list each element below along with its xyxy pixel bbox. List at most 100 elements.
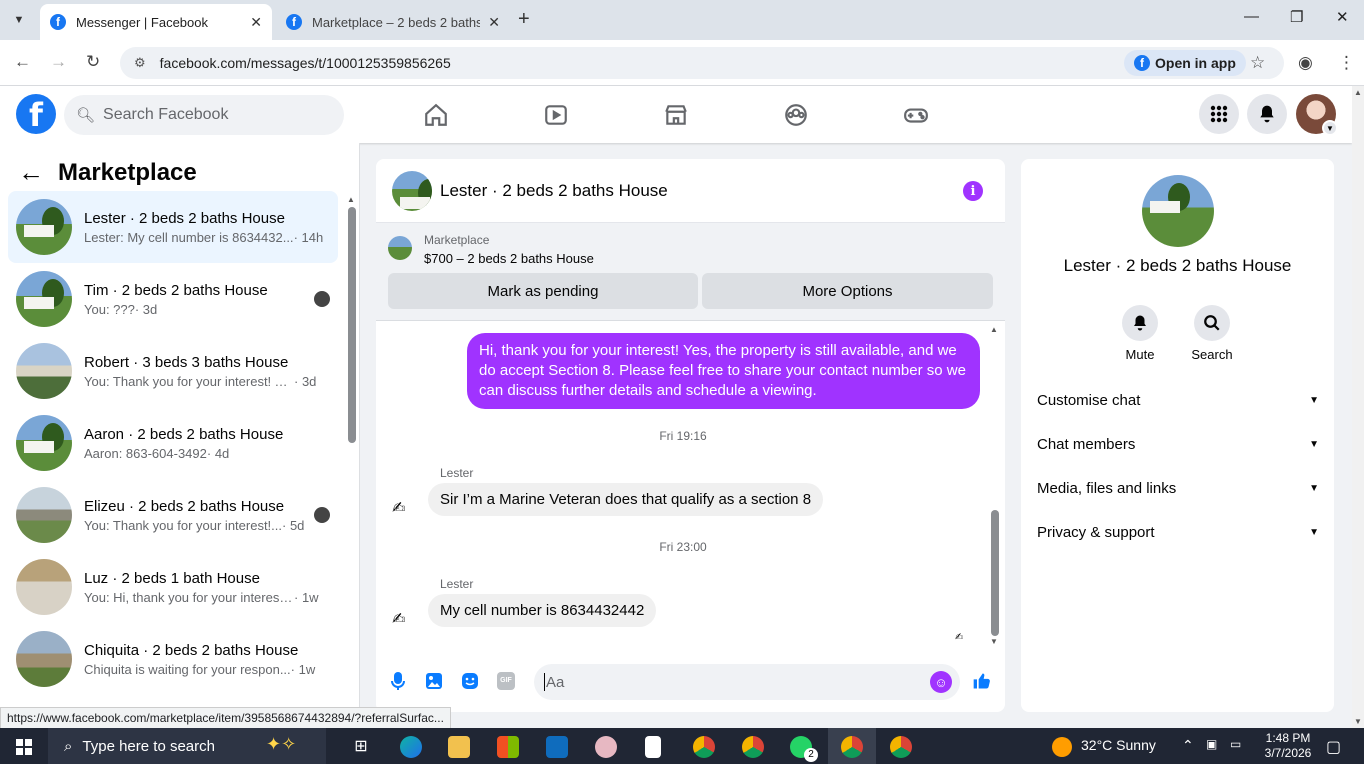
home-nav-icon[interactable] [406, 86, 466, 143]
open-in-app-button[interactable]: f Open in app [1124, 50, 1246, 76]
weather-text[interactable]: 32°C Sunny [1081, 737, 1156, 753]
mute-button[interactable]: Mute [1110, 305, 1170, 362]
restore-icon[interactable]: ❐ [1290, 8, 1303, 26]
taskbar-search-input[interactable]: ⌕ Type here to search ✦✧ [48, 728, 326, 764]
chat-members-row[interactable]: Chat members ▼ [1037, 422, 1319, 466]
profile-avatar[interactable] [1142, 175, 1214, 247]
profile-icon[interactable]: ◉ [1298, 53, 1313, 73]
outgoing-message[interactable]: Hi, thank you for your interest! Yes, th… [467, 333, 980, 409]
conversation-item[interactable]: Chiquita · 2 beds 2 baths House Chiquita… [8, 623, 338, 695]
chevron-down-icon: ▼ [1309, 482, 1319, 494]
account-avatar[interactable]: ▼ [1296, 94, 1338, 136]
scroll-up-icon[interactable]: ▲ [1354, 88, 1362, 97]
facebook-search-input[interactable]: 🔍︎ Search Facebook [64, 95, 344, 135]
facebook-logo-icon[interactable]: f [16, 94, 56, 134]
menu-grid-icon[interactable] [1199, 94, 1239, 134]
tab-marketplace[interactable]: f Marketplace – 2 beds 2 baths H ✕ [276, 4, 510, 40]
microphone-icon[interactable] [388, 671, 408, 691]
tab-messenger[interactable]: f Messenger | Facebook ✕ [40, 4, 272, 40]
sticker-icon[interactable] [460, 671, 480, 691]
conversation-name: Tim · 2 beds 2 baths House [84, 281, 268, 299]
notification-center-icon[interactable]: ▢ [1326, 737, 1341, 757]
windows-start-icon[interactable] [16, 739, 32, 755]
sender-avatar-icon[interactable]: ✍ [392, 609, 422, 629]
forward-icon[interactable]: → [50, 52, 67, 72]
customise-chat-row[interactable]: Customise chat ▼ [1037, 378, 1319, 422]
facebook-favicon-icon: f [286, 14, 302, 30]
photo-icon[interactable] [424, 671, 444, 691]
snipping-tool-icon[interactable] [595, 736, 617, 758]
gif-icon[interactable]: GIF [496, 671, 516, 691]
back-icon[interactable]: ← [14, 52, 31, 72]
scroll-down-icon[interactable]: ▼ [1354, 717, 1362, 726]
chat-avatar[interactable] [392, 170, 432, 211]
page-scrollbar[interactable]: ▲ ▼ [1352, 86, 1364, 728]
incoming-message[interactable]: Sir I’m a Marine Veteran does that quali… [428, 483, 824, 516]
bookmark-star-icon[interactable]: ☆ [1250, 53, 1265, 73]
conversation-item[interactable]: Lester · 2 beds 2 baths House Lester: My… [8, 191, 338, 263]
scrollbar-thumb[interactable] [348, 207, 356, 443]
mark-as-pending-button[interactable]: Mark as pending [388, 273, 698, 309]
scroll-up-icon[interactable]: ▲ [347, 195, 355, 204]
conversation-preview: You: Thank you for your interest! Ye... [84, 373, 294, 389]
conversation-item[interactable]: Aaron · 2 beds 2 baths House Aaron: 863-… [8, 407, 338, 479]
new-tab-icon[interactable]: + [518, 8, 530, 31]
media-files-links-row[interactable]: Media, files and links ▼ [1037, 466, 1319, 510]
conversation-name: Elizeu · 2 beds 2 baths House [84, 497, 285, 515]
tray-chevron-up-icon[interactable]: ⌃ [1182, 737, 1194, 754]
more-options-button[interactable]: More Options [702, 273, 993, 309]
info-icon[interactable]: i [963, 181, 983, 201]
like-thumbs-up-icon[interactable] [972, 671, 992, 691]
listing-title[interactable]: $700 – 2 beds 2 baths House [424, 251, 594, 266]
message-input[interactable]: Aa ☺ [534, 664, 960, 700]
gaming-nav-icon[interactable] [886, 86, 946, 143]
sender-avatar-icon[interactable]: ✍ [392, 498, 422, 518]
privacy-support-row[interactable]: Privacy & support ▼ [1037, 510, 1319, 554]
chrome-icon[interactable] [742, 736, 764, 758]
omnibox[interactable]: ⚙ facebook.com/messages/t/10001253598562… [120, 47, 1284, 79]
conversation-item[interactable]: Elizeu · 2 beds 2 baths House You: Thank… [8, 479, 338, 551]
conversation-item[interactable]: Tim · 2 beds 2 baths House You: ??? · 3d [8, 263, 338, 335]
microsoft-store-icon[interactable] [497, 736, 519, 758]
scroll-up-icon[interactable]: ▲ [990, 325, 998, 334]
battery-icon[interactable]: ▭ [1230, 737, 1241, 751]
chrome-profile-k-icon[interactable] [693, 736, 715, 758]
whatsapp-icon[interactable]: 2 [790, 736, 818, 762]
site-settings-icon[interactable]: ⚙ [134, 55, 146, 71]
taskbar-clock[interactable]: 1:48 PM 3/7/2026 [1256, 731, 1320, 761]
scrollbar-thumb[interactable] [991, 510, 999, 636]
chrome-profile-icon[interactable] [890, 736, 912, 758]
conversation-item[interactable]: Luz · 2 beds 1 bath House You: Hi, thank… [8, 551, 338, 623]
tab-search-button[interactable]: ▼ [6, 8, 32, 32]
message-input-placeholder: Aa [546, 673, 565, 691]
listing-thumbnail[interactable] [388, 236, 412, 260]
weather-sun-icon[interactable] [1052, 737, 1072, 757]
emoji-icon[interactable]: ☺ [930, 671, 952, 693]
network-icon[interactable]: ▣ [1206, 737, 1217, 751]
outlook-icon[interactable] [546, 736, 568, 758]
incoming-message[interactable]: My cell number is 8634432442 [428, 594, 657, 627]
marketplace-nav-icon[interactable] [646, 86, 706, 143]
close-window-icon[interactable]: ✕ [1336, 8, 1349, 26]
groups-nav-icon[interactable] [766, 86, 826, 143]
message-scrollbar[interactable]: ▲ ▼ [990, 325, 1000, 647]
file-explorer-icon[interactable] [448, 736, 470, 758]
search-in-chat-button[interactable]: Search [1182, 305, 1242, 362]
video-nav-icon[interactable] [526, 86, 586, 143]
address-bar-row: ← → ↻ ⚙ facebook.com/messages/t/10001253… [0, 40, 1364, 86]
edge-browser-icon[interactable] [400, 736, 422, 758]
chat-title[interactable]: Lester · 2 beds 2 baths House [440, 181, 668, 201]
back-arrow-icon[interactable]: ← [18, 157, 44, 188]
notepad-icon[interactable] [645, 736, 661, 758]
reload-icon[interactable]: ↻ [86, 52, 100, 72]
browser-menu-icon[interactable]: ⋮ [1338, 53, 1355, 73]
notifications-bell-icon[interactable] [1247, 94, 1287, 134]
conversation-item[interactable]: Robert · 3 beds 3 baths House You: Thank… [8, 335, 338, 407]
task-view-icon[interactable]: ⊞ [350, 736, 372, 758]
close-tab-icon[interactable]: ✕ [250, 14, 262, 31]
minimize-icon[interactable]: — [1244, 8, 1259, 25]
chrome-active-icon[interactable] [841, 736, 863, 758]
conversation-list-scrollbar[interactable]: ▲ [346, 195, 356, 725]
scroll-down-icon[interactable]: ▼ [990, 637, 998, 646]
close-tab-icon[interactable]: ✕ [488, 14, 500, 31]
